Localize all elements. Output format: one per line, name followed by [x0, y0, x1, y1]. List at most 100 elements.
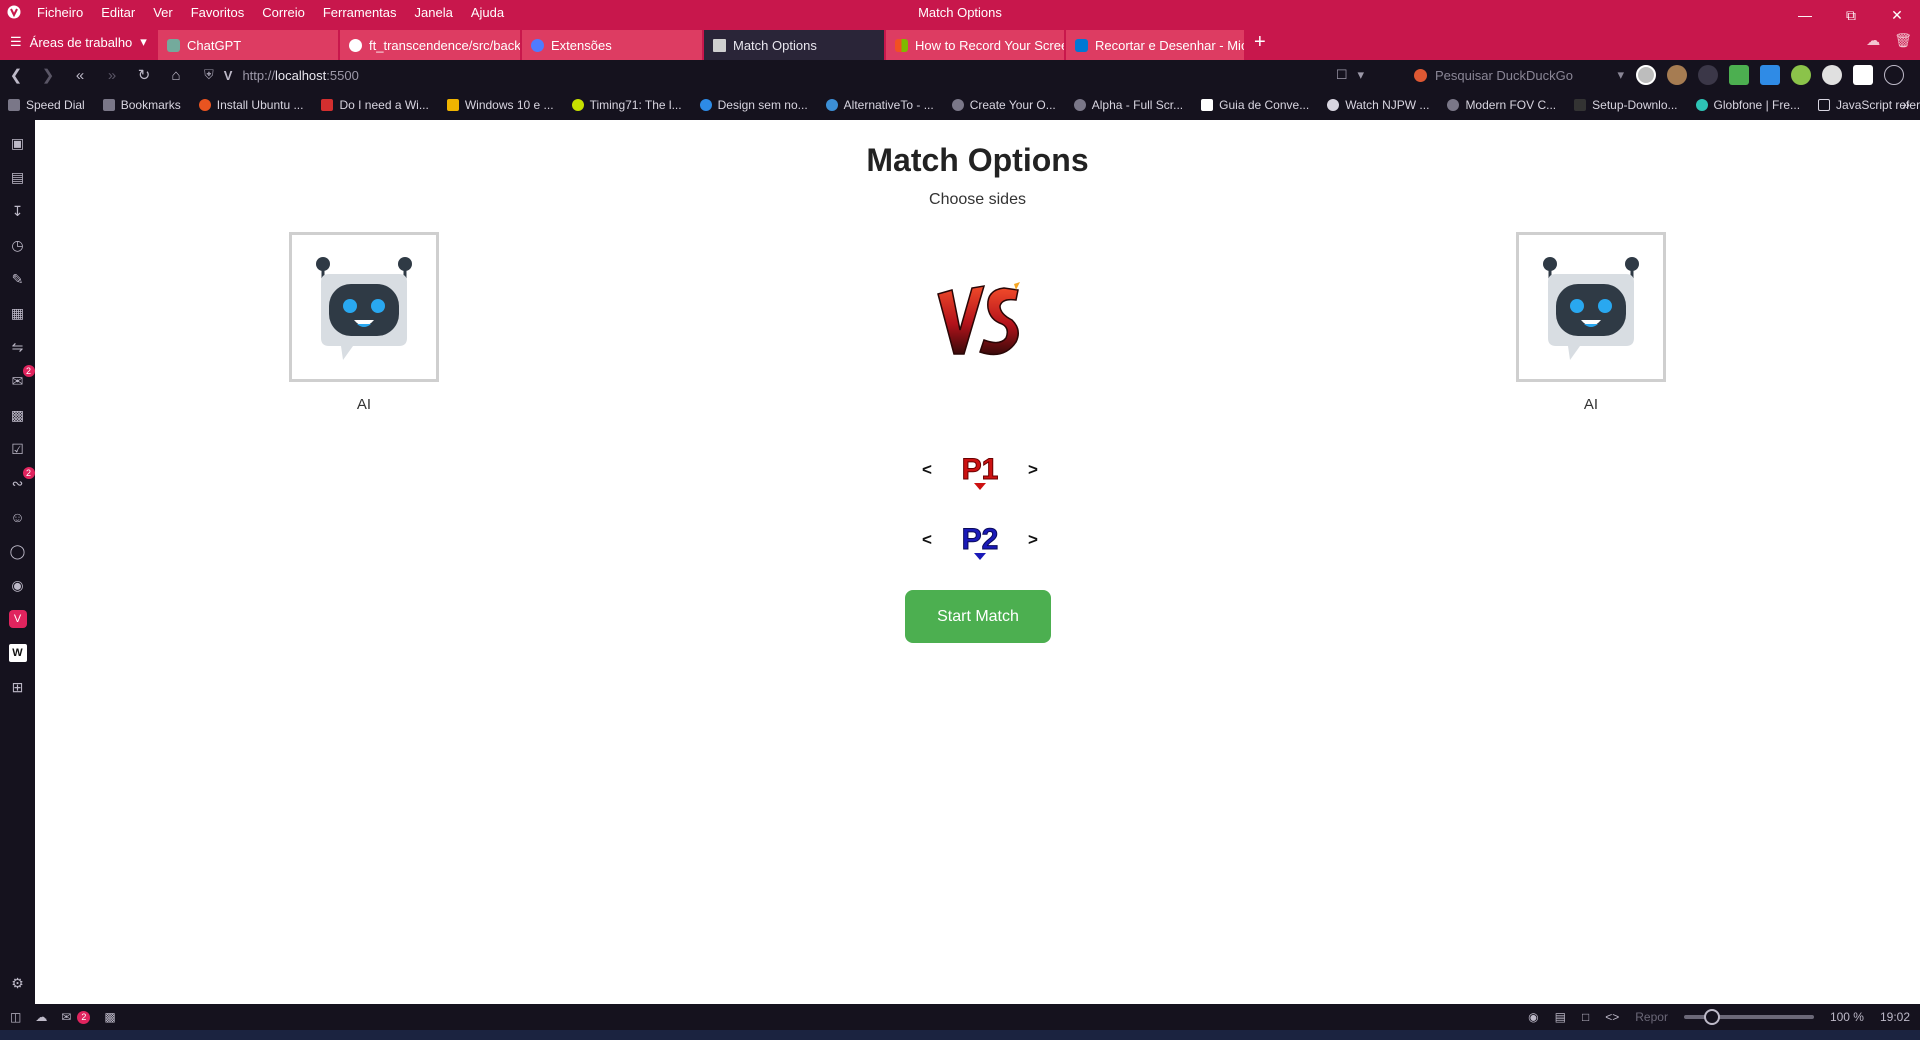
reload-icon[interactable]: ↻ [128, 66, 160, 84]
url-field[interactable]: ⛨ V http://localhost:5500 ☐ ▾ [204, 63, 1364, 87]
bookmark-item[interactable]: AlternativeTo - ... [825, 98, 934, 112]
trash-icon[interactable]: 🗑 [1894, 32, 1912, 49]
p1-next-button[interactable]: > [1021, 460, 1045, 480]
bookmark-item[interactable]: Bookmarks [102, 98, 181, 112]
bookmark-item[interactable]: Windows 10 e ... [446, 98, 554, 112]
settings-gear-icon[interactable]: ⚙ [9, 974, 27, 992]
workspaces-button[interactable]: ☰ Áreas de trabalho ▾ [0, 34, 158, 50]
menu-favoritos[interactable]: Favoritos [182, 5, 253, 20]
bookmarks-panel-icon[interactable]: ▣ [9, 134, 27, 152]
tab-record-screen[interactable]: How to Record Your Screen [886, 30, 1064, 60]
wikipedia-icon[interactable]: W [8, 644, 27, 662]
vivaldi-panel-icon[interactable]: V [8, 610, 27, 628]
bookmark-item[interactable]: Alpha - Full Scr... [1073, 98, 1183, 112]
zoom-slider[interactable] [1683, 1009, 1814, 1025]
bookmark-item[interactable]: Speed Dial [8, 98, 85, 112]
mail-icon[interactable]: ✉ 2 [9, 365, 35, 390]
bookmarks-overflow-icon[interactable]: » [1902, 96, 1910, 112]
bookmark-item[interactable]: Modern FOV C... [1447, 98, 1556, 112]
bookmark-item[interactable]: Watch NJPW ... [1327, 98, 1429, 112]
menu-ver[interactable]: Ver [144, 5, 182, 20]
bookmark-item[interactable]: Install Ubuntu ... [198, 98, 303, 112]
right-player-card[interactable]: AI [1516, 232, 1666, 413]
translate-icon[interactable]: ⇋ [9, 338, 27, 356]
extension-4-icon[interactable] [1760, 65, 1780, 85]
left-player-card[interactable]: AI [289, 232, 439, 413]
bookmark-item[interactable]: Guia de Conve... [1201, 98, 1309, 112]
notes-icon[interactable]: ✎ [9, 270, 27, 288]
tasks-icon[interactable]: ☑ [9, 440, 27, 458]
wordpress-icon [1327, 99, 1340, 111]
mastodon-icon[interactable]: ◉ [9, 576, 27, 594]
menu-editar[interactable]: Editar [92, 5, 144, 20]
bookmark-page-icon[interactable]: ☐ [1336, 67, 1348, 83]
menu-janela[interactable]: Janela [406, 5, 462, 20]
left-player-avatar[interactable] [289, 232, 439, 382]
fast-forward-icon[interactable]: » [96, 67, 128, 84]
url-dropdown-icon[interactable]: ▾ [1357, 67, 1364, 83]
bookmark-item[interactable]: Setup-Downlo... [1574, 98, 1678, 112]
shield-icon[interactable]: ⛨ [204, 67, 214, 83]
sync-cloud-icon[interactable]: ☁ [1866, 32, 1880, 49]
calendar-status-icon[interactable]: ▩ [104, 1010, 115, 1024]
tab-snip-sketch[interactable]: Recortar e Desenhar - Micro [1066, 30, 1244, 60]
dev-tools-icon[interactable]: <> [1605, 1010, 1619, 1024]
contacts-icon[interactable]: ☺ [9, 508, 27, 526]
bookmark-item[interactable]: Do I need a Wi... [321, 98, 429, 112]
right-player-avatar[interactable] [1516, 232, 1666, 382]
zoom-slider-knob[interactable] [1703, 1009, 1720, 1025]
home-icon[interactable]: ⌂ [160, 67, 192, 84]
bookmark-item[interactable]: Globfone | Fre... [1695, 98, 1800, 112]
extension-5-icon[interactable] [1791, 65, 1811, 85]
window-panel-icon[interactable]: ▦ [9, 304, 27, 322]
tab-chatgpt[interactable]: ChatGPT [158, 30, 338, 60]
capture-icon[interactable]: ◉ [1528, 1010, 1538, 1024]
add-panel-icon[interactable]: ⊞ [9, 678, 27, 696]
search-engine-dropdown-icon[interactable]: ▾ [1617, 67, 1624, 83]
history-icon[interactable]: ◷ [9, 236, 27, 254]
reading-list-icon[interactable]: ▤ [9, 168, 27, 186]
p2-prev-button[interactable]: < [915, 530, 939, 550]
p2-next-button[interactable]: > [1021, 530, 1045, 550]
search-field[interactable]: Pesquisar DuckDuckGo ▾ [1414, 63, 1624, 87]
downloads-icon[interactable]: ↧ [9, 202, 27, 220]
menu-bar: Ficheiro Editar Ver Favoritos Correio Fe… [0, 0, 1920, 24]
tab-match-options[interactable]: Match Options [704, 30, 884, 60]
profile-avatar-icon[interactable] [1636, 65, 1656, 85]
globe-icon [1073, 99, 1086, 111]
extension-3-icon[interactable] [1729, 65, 1749, 85]
rewind-icon[interactable]: « [64, 67, 96, 84]
forward-icon[interactable]: ❯ [32, 66, 64, 84]
tabbar-right-icons: ☁ 🗑 [1866, 32, 1912, 49]
bookmark-item[interactable]: Design sem no... [699, 98, 808, 112]
menu-correio[interactable]: Correio [253, 5, 314, 20]
new-tab-button[interactable]: + [1246, 31, 1274, 54]
extension-1-icon[interactable] [1667, 65, 1687, 85]
sync-cloud-icon[interactable]: ☁ [35, 1010, 47, 1024]
feeds-icon[interactable]: ∾ 2 [9, 467, 35, 492]
mail-status-icon[interactable]: ✉ [61, 1010, 71, 1024]
zoom-level: 100 % [1829, 1010, 1864, 1024]
start-match-button[interactable]: Start Match [905, 590, 1051, 643]
menu-ajuda[interactable]: Ajuda [462, 5, 513, 20]
extension-2-icon[interactable] [1698, 65, 1718, 85]
extension-7-icon[interactable] [1853, 65, 1873, 85]
tab-github[interactable]: ft_transcendence/src/backe [340, 30, 520, 60]
menu-ferramentas[interactable]: Ferramentas [314, 5, 406, 20]
back-icon[interactable]: ❮ [0, 66, 32, 84]
page-tiling-icon[interactable]: □ [1582, 1010, 1589, 1024]
bookmark-item[interactable]: Timing71: The l... [571, 98, 682, 112]
left-player-name: AI [356, 396, 372, 413]
tab-extensions[interactable]: Extensões [522, 30, 702, 60]
zoom-reset-button[interactable]: Repor [1635, 1010, 1668, 1024]
calendar-icon[interactable]: ▩ [9, 406, 27, 424]
bookmark-item[interactable]: Create Your O... [951, 98, 1056, 112]
extension-8-icon[interactable] [1884, 65, 1904, 85]
vivaldi-logo-icon[interactable] [0, 0, 28, 24]
image-toggle-icon[interactable]: ▤ [1555, 1010, 1566, 1024]
p1-prev-button[interactable]: < [915, 460, 939, 480]
extension-6-icon[interactable] [1822, 65, 1842, 85]
chat-icon[interactable]: ◯ [9, 542, 27, 560]
menu-ficheiro[interactable]: Ficheiro [28, 5, 92, 20]
panel-toggle-icon[interactable]: ◫ [10, 1010, 21, 1024]
